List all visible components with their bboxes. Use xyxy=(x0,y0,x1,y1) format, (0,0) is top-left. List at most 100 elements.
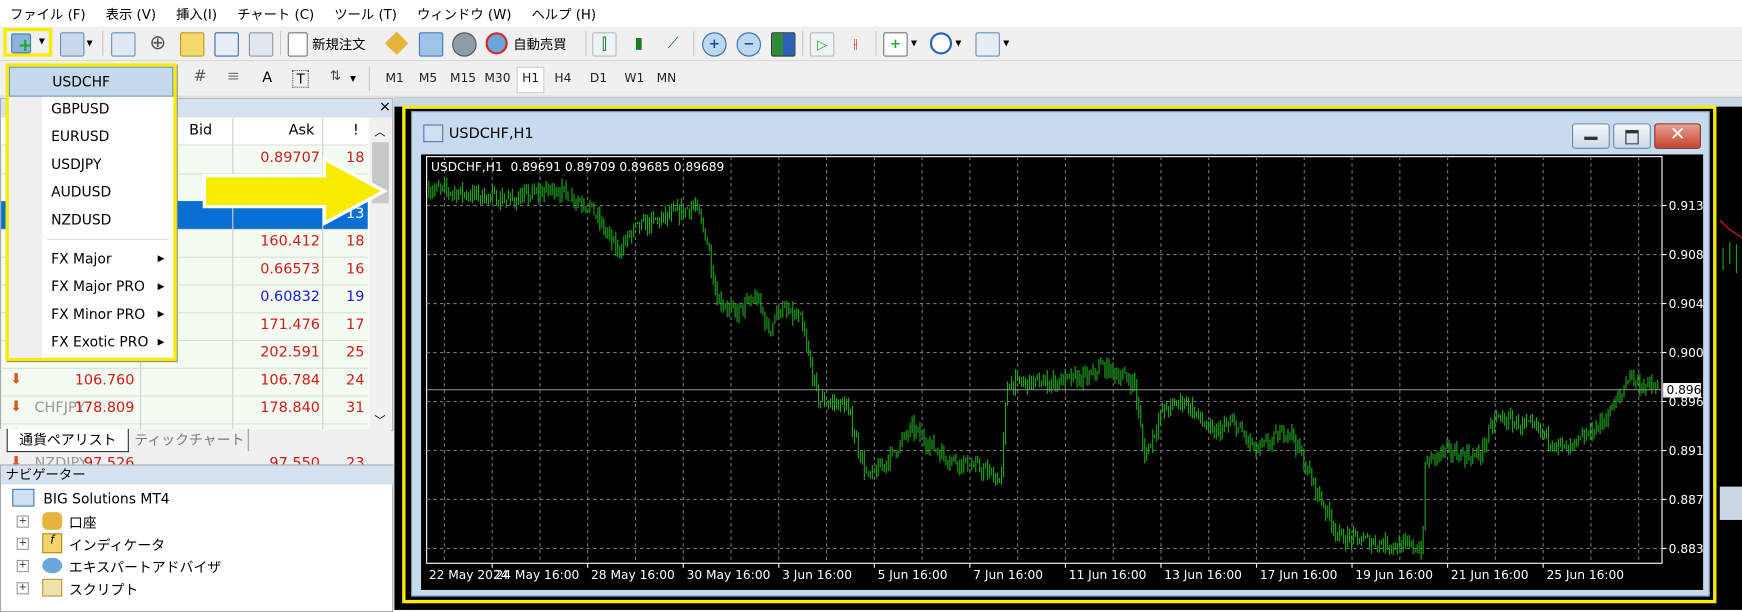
crosshair-icon[interactable]: ⊕ xyxy=(147,32,169,54)
signals-icon[interactable] xyxy=(452,32,477,57)
profiles-icon[interactable] xyxy=(59,32,85,57)
dropdown-arrow-icon: ▼ xyxy=(910,38,917,48)
expand-icon[interactable]: + xyxy=(16,514,29,528)
periods-clock-icon[interactable] xyxy=(929,32,953,55)
period-mn[interactable]: MN xyxy=(652,67,681,91)
ask-column-header[interactable]: Ask xyxy=(289,122,315,139)
tile-windows-icon[interactable] xyxy=(771,32,796,57)
metaeditor-icon[interactable] xyxy=(384,31,409,56)
market-watch-row[interactable]: ⬇ CHFJPY 178.809 178.840 31 xyxy=(1,396,368,425)
dropdown-item-gbpusd[interactable]: GBPUSD xyxy=(9,94,173,122)
dropdown-item-eurusd[interactable]: EURUSD xyxy=(9,122,173,150)
market-watch-row[interactable]: ⬇ 106.760 106.784 24 xyxy=(1,368,368,397)
period-d1[interactable]: D1 xyxy=(585,67,611,91)
dropdown-group-item[interactable]: FX Major PRO ▶ xyxy=(9,272,173,300)
navigator-item-scripts[interactable]: + スクリプト xyxy=(16,577,138,599)
text-label-tool-button[interactable]: T xyxy=(292,69,310,88)
x-tick-label: 24 May 16:00 xyxy=(495,568,579,582)
period-m30[interactable]: M30 xyxy=(480,67,515,91)
price-bars xyxy=(428,177,1659,560)
dropdown-item-audusd[interactable]: AUDUSD xyxy=(9,178,173,206)
menu-window[interactable]: ウィンドウ (W) xyxy=(407,4,521,23)
dropdown-group-item[interactable]: FX Exotic PRO ▶ xyxy=(9,328,173,356)
close-button[interactable]: ✕ xyxy=(1654,123,1701,149)
expert-advisor-icon xyxy=(42,557,63,574)
new-order-button[interactable]: 新規注文 xyxy=(312,34,365,53)
chart-canvas[interactable]: 0.913 0.908 0.904 0.900 0.896 0.891 0.887 0.883… xyxy=(421,154,1703,590)
ask-price: 171.476 xyxy=(260,316,320,334)
chart-shift-icon[interactable]: ⫲ xyxy=(844,32,866,54)
dropdown-group-item[interactable]: FX Major ▶ xyxy=(9,244,173,272)
period-h4[interactable]: H4 xyxy=(550,67,576,91)
indicators-icon[interactable]: + xyxy=(883,32,908,57)
terminal-icon[interactable] xyxy=(214,32,239,57)
price-chart[interactable]: 0.913 0.908 0.904 0.900 0.896 0.891 0.887 0.883… xyxy=(421,154,1704,590)
spread-value: 24 xyxy=(346,372,365,389)
bid-price: 178.809 xyxy=(74,399,135,417)
maximize-button[interactable] xyxy=(1613,123,1651,149)
dropdown-item-usdjpy[interactable]: USDJPY xyxy=(9,150,173,178)
arrows-tool-icon[interactable]: ⇅ xyxy=(324,68,346,90)
tab-symbols[interactable]: 通貨ペアリスト xyxy=(6,428,129,453)
bid-column-header[interactable]: Bid xyxy=(189,122,212,139)
strategy-tester-icon[interactable] xyxy=(248,32,274,57)
navigator-root[interactable]: BIG Solutions MT4 xyxy=(12,487,170,509)
expand-icon[interactable]: + xyxy=(16,581,29,594)
dropdown-arrow-icon: ▼ xyxy=(955,38,962,48)
plot-frame xyxy=(426,156,1663,564)
navigator-item-accounts[interactable]: + 口座 xyxy=(16,510,97,532)
navigator-root-label: BIG Solutions MT4 xyxy=(43,489,170,507)
spread-column-header[interactable]: ! xyxy=(353,122,359,139)
period-m5[interactable]: M5 xyxy=(414,67,441,91)
period-h1[interactable]: H1 xyxy=(516,66,545,94)
candlestick-icon[interactable]: ▮ xyxy=(628,32,650,54)
fibonacci-retracement-icon[interactable]: ≡ xyxy=(222,68,244,90)
dropdown-group-item[interactable]: FX Minor PRO ▶ xyxy=(9,300,173,328)
dropdown-arrow-icon: ▼ xyxy=(38,36,45,46)
ask-price: 160.412 xyxy=(260,233,320,250)
text-tool-button[interactable]: A xyxy=(262,70,272,87)
zoom-in-icon[interactable]: + xyxy=(702,32,727,57)
minimize-button[interactable] xyxy=(1572,123,1610,149)
period-m1[interactable]: M1 xyxy=(381,67,408,91)
chevron-down-icon[interactable]: ﹀ xyxy=(374,411,385,428)
current-price-label: 0.896 xyxy=(1666,383,1701,397)
submenu-arrow-icon: ▶ xyxy=(157,308,165,319)
x-tick-label: 5 Jun 16:00 xyxy=(878,568,948,582)
navigator-icon[interactable] xyxy=(179,32,205,57)
templates-icon[interactable] xyxy=(975,32,1000,57)
auto-trading-icon xyxy=(485,32,508,55)
tab-tick-chart[interactable]: ティックチャート xyxy=(131,428,249,452)
yellow-arrow-annotation xyxy=(202,156,388,227)
expand-icon[interactable]: + xyxy=(16,559,29,572)
period-w1[interactable]: W1 xyxy=(620,67,649,91)
fibonacci-fan-icon[interactable]: # xyxy=(189,68,211,90)
period-m15[interactable]: M15 xyxy=(445,67,480,91)
auto-scroll-icon[interactable]: ▷ xyxy=(809,32,835,57)
chart-window-icon xyxy=(423,124,444,143)
menu-insert[interactable]: 挿入(I) xyxy=(166,4,227,23)
dropdown-arrow-icon: ▼ xyxy=(349,74,356,84)
chevron-up-icon[interactable]: ︿ xyxy=(374,122,385,139)
dropdown-group-label: FX Major PRO xyxy=(51,277,145,295)
menu-view[interactable]: 表示 (V) xyxy=(96,4,166,23)
zoom-out-icon[interactable]: − xyxy=(736,32,762,57)
auto-trading-button[interactable]: 自動売買 xyxy=(513,34,566,53)
bar-chart-icon[interactable]: ⫿ xyxy=(592,32,617,57)
line-chart-icon[interactable]: ⟋ xyxy=(662,32,684,54)
navigator-item-indicators[interactable]: + f インディケータ xyxy=(16,532,165,554)
market-watch-icon[interactable] xyxy=(111,32,136,57)
mt4-window: ファイル (F) 表示 (V) 挿入(I) チャート (C) ツール (T) ウ… xyxy=(0,0,1742,612)
new-chart-button[interactable]: + ▼ xyxy=(3,27,53,57)
menu-file[interactable]: ファイル (F) xyxy=(0,4,96,23)
dropdown-group-label: FX Major xyxy=(51,249,112,267)
dropdown-item-nzdusd[interactable]: NZDUSD xyxy=(9,206,173,234)
close-icon[interactable]: × xyxy=(379,99,391,116)
navigator-item-experts[interactable]: + エキスパートアドバイザ xyxy=(16,554,221,576)
dropdown-item-usdchf[interactable]: USDCHF xyxy=(8,66,174,97)
community-icon[interactable] xyxy=(418,32,444,57)
menu-help[interactable]: ヘルプ (H) xyxy=(521,4,606,23)
menu-chart[interactable]: チャート (C) xyxy=(227,4,324,23)
menu-tools[interactable]: ツール (T) xyxy=(324,4,407,23)
expand-icon[interactable]: + xyxy=(16,537,29,550)
